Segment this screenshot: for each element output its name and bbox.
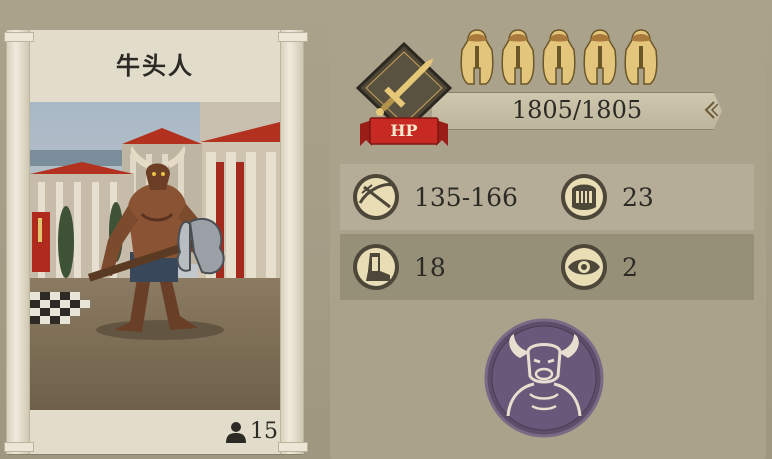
- defense-value: 23: [622, 182, 654, 212]
- unit-info-screen: 牛头人 15 1805/1805 HP 135-166 23 18 2: [0, 0, 772, 459]
- spartan-helmet-icon: [583, 29, 617, 85]
- spartan-helmet-icon: [501, 29, 535, 85]
- card-pillar-right: [278, 30, 308, 454]
- person-icon: [226, 421, 246, 443]
- hp-value: 1805/1805: [511, 96, 643, 124]
- unit-name: 牛头人: [116, 51, 194, 80]
- minotaur-emblem-icon[interactable]: [484, 318, 604, 438]
- crossbow-icon: [353, 174, 399, 220]
- unit-count: 15: [226, 419, 278, 444]
- unit-portrait: [30, 102, 280, 410]
- spartan-helmet-icon: [624, 29, 658, 85]
- hp-label: HP: [390, 121, 418, 140]
- eye-icon: [561, 244, 607, 290]
- unit-card[interactable]: 牛头人 15: [4, 30, 308, 454]
- speed-value: 18: [414, 252, 446, 282]
- boot-icon: [353, 244, 399, 290]
- damage-stat[interactable]: 135-166: [352, 173, 518, 221]
- chevron-left-icon: [704, 101, 718, 119]
- stats-grid: 135-166 23 18 2: [340, 164, 754, 300]
- spartan-helmet-icon: [460, 29, 494, 85]
- initiative-stat[interactable]: 2: [560, 243, 638, 291]
- card-pillar-left: [4, 30, 34, 454]
- initiative-value: 2: [622, 252, 638, 282]
- armor-icon: [561, 174, 607, 220]
- speed-stat[interactable]: 18: [352, 243, 446, 291]
- spartan-helmet-icon: [542, 29, 576, 85]
- rank-stars: [458, 28, 660, 88]
- minotaur-portrait-image: [30, 102, 280, 410]
- unit-count-value: 15: [250, 419, 278, 444]
- defense-stat[interactable]: 23: [560, 173, 654, 221]
- damage-value: 135-166: [414, 182, 518, 212]
